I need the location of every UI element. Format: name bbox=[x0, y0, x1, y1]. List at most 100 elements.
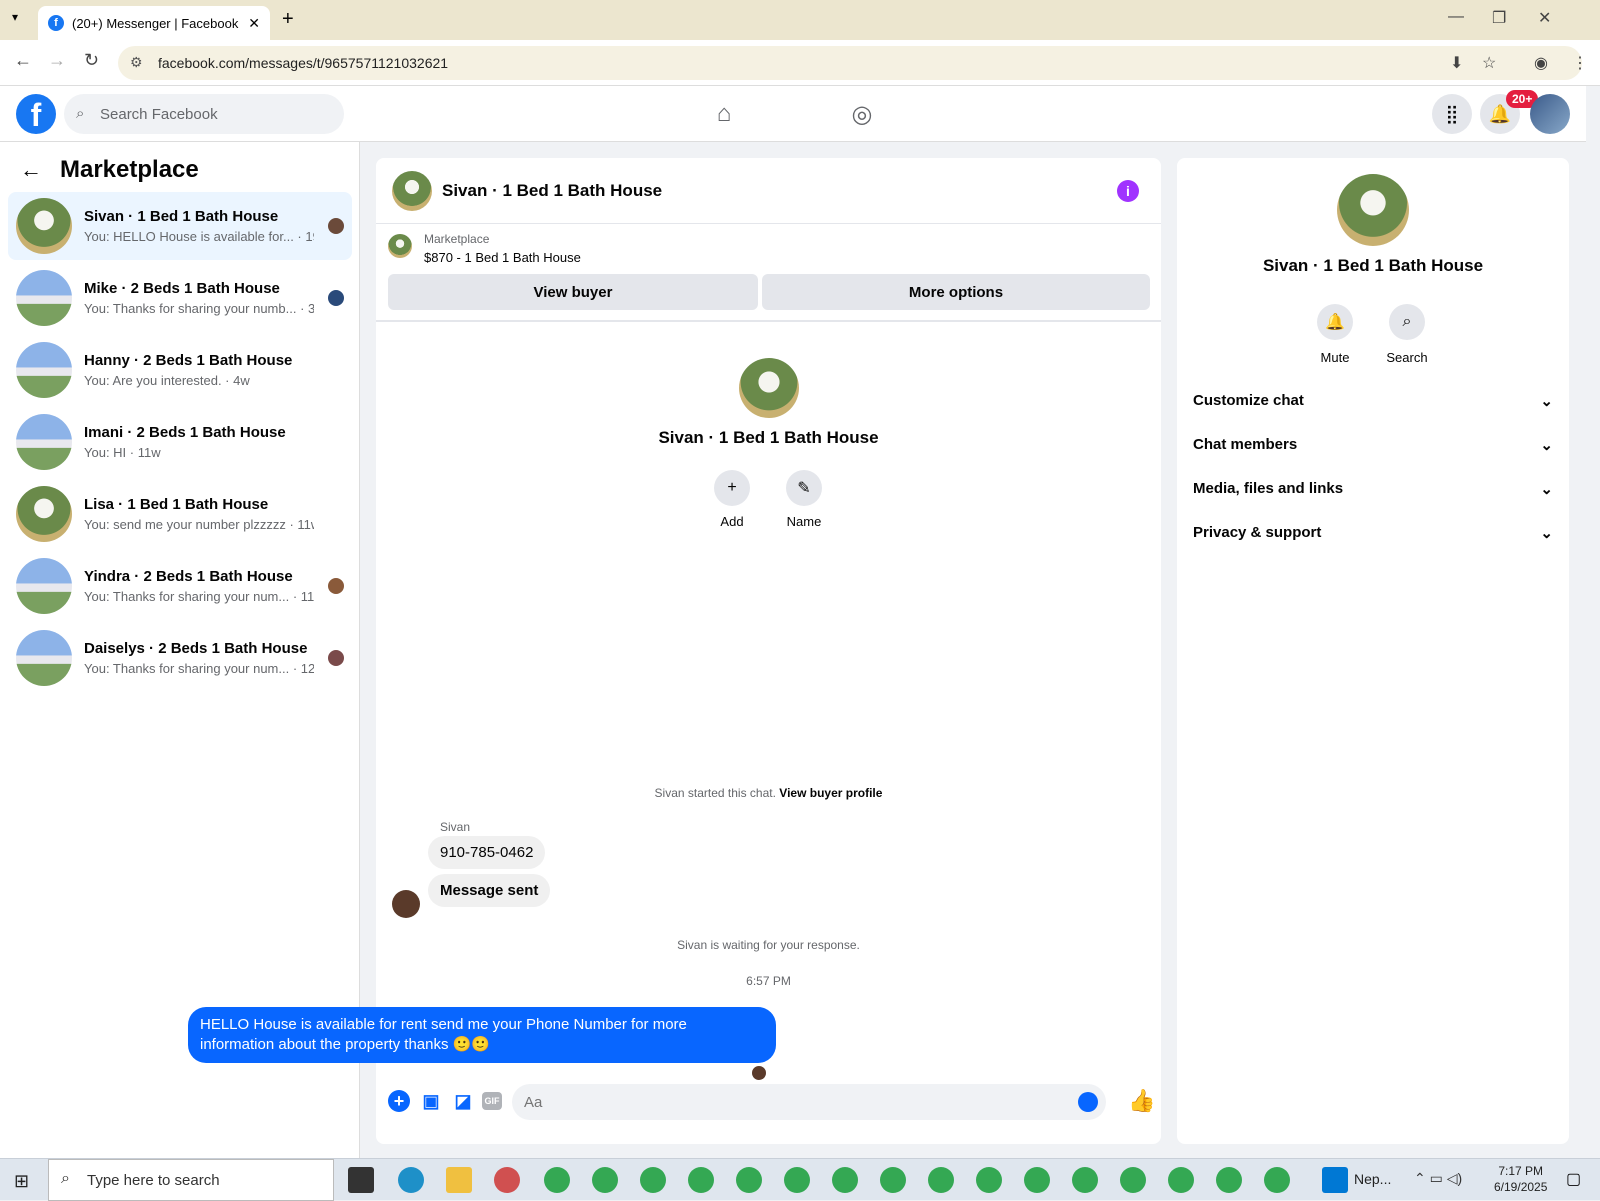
edge-icon[interactable] bbox=[398, 1167, 424, 1193]
minimize-icon[interactable]: — bbox=[1448, 8, 1464, 26]
taskbar-clock[interactable]: 7:17 PM 6/19/2025 bbox=[1494, 1163, 1547, 1195]
buyer-avatar bbox=[328, 218, 344, 234]
profile-icon[interactable]: ◉ bbox=[1534, 53, 1548, 73]
groups-icon[interactable]: ◎ bbox=[842, 96, 882, 132]
chat-thumbnail[interactable] bbox=[392, 170, 432, 211]
account-avatar[interactable] bbox=[1530, 94, 1570, 134]
incoming-message[interactable]: 910-785-0462 bbox=[428, 836, 546, 869]
message-input[interactable] bbox=[512, 1084, 1106, 1120]
taskbar-app-label: Nep... bbox=[1354, 1171, 1392, 1187]
chrome-icon[interactable] bbox=[592, 1167, 618, 1193]
marketplace-label: Marketplace bbox=[424, 232, 490, 246]
listing-price: $870 - 1 Bed 1 Bath House bbox=[424, 250, 581, 265]
chat-members-section[interactable]: Chat members ⌄ bbox=[1193, 436, 1553, 454]
view-buyer-button[interactable]: View buyer bbox=[388, 274, 758, 310]
clock-date: 6/19/2025 bbox=[1494, 1180, 1548, 1194]
sticker-icon[interactable]: ◪ bbox=[452, 1090, 474, 1112]
emoji-icon[interactable] bbox=[1078, 1092, 1098, 1112]
conversation-item[interactable]: Imani · 2 Beds 1 Bath House You: HI · 11w bbox=[8, 408, 352, 476]
chat-title[interactable]: Sivan · 1 Bed 1 Bath House bbox=[442, 181, 662, 201]
browser-tab-bar: ▾ f (20+) Messenger | Facebook ✕ + — ❐ ✕ bbox=[0, 0, 1600, 40]
system-tray-icons[interactable]: ⌃ ▭ ◁) bbox=[1414, 1170, 1462, 1187]
privacy-support-section[interactable]: Privacy & support ⌄ bbox=[1193, 524, 1553, 542]
chrome-icon[interactable] bbox=[1264, 1167, 1290, 1193]
customize-chat-section[interactable]: Customize chat ⌄ bbox=[1193, 392, 1553, 410]
outlook-icon[interactable] bbox=[1322, 1167, 1348, 1193]
chrome-icon[interactable] bbox=[688, 1167, 714, 1193]
add-button[interactable]: + Add bbox=[702, 470, 762, 529]
task-view-icon[interactable] bbox=[348, 1167, 374, 1193]
install-app-icon[interactable]: ⬇ bbox=[1450, 53, 1463, 73]
listing-thumbnail bbox=[16, 414, 72, 470]
chrome-icon[interactable] bbox=[1216, 1167, 1242, 1193]
search-button[interactable]: ⌕ Search bbox=[1377, 304, 1437, 365]
taskbar-search-input[interactable]: ⌕ Type here to search bbox=[48, 1159, 334, 1201]
bookmark-star-icon[interactable]: ☆ bbox=[1482, 53, 1496, 73]
chrome-icon[interactable] bbox=[928, 1167, 954, 1193]
profile-thumbnail bbox=[1337, 174, 1409, 246]
chrome-icon[interactable] bbox=[640, 1167, 666, 1193]
site-info-icon[interactable]: ⚙ bbox=[130, 54, 143, 71]
started-text: Sivan started this chat. bbox=[654, 786, 776, 800]
notification-center-icon[interactable]: ▢ bbox=[1566, 1169, 1581, 1189]
file-explorer-icon[interactable] bbox=[446, 1167, 472, 1193]
forward-arrow-icon[interactable]: → bbox=[48, 50, 66, 71]
conversation-item[interactable]: Hanny · 2 Beds 1 Bath House You: Are you … bbox=[8, 336, 352, 404]
chrome-icon[interactable] bbox=[1024, 1167, 1050, 1193]
app-icon[interactable] bbox=[494, 1167, 520, 1193]
facebook-logo-icon[interactable]: f bbox=[16, 94, 56, 134]
chrome-icon[interactable] bbox=[544, 1167, 570, 1193]
name-label: Name bbox=[786, 514, 822, 529]
photo-icon[interactable]: ▣ bbox=[420, 1090, 442, 1112]
media-files-section[interactable]: Media, files and links ⌄ bbox=[1193, 480, 1553, 498]
chrome-icon[interactable] bbox=[1120, 1167, 1146, 1193]
chrome-icon[interactable] bbox=[1072, 1167, 1098, 1193]
menu-grid-icon[interactable]: ⣿ bbox=[1432, 94, 1472, 134]
conversation-item[interactable]: Lisa · 1 Bed 1 Bath House You: send me yo… bbox=[8, 480, 352, 548]
chrome-icon[interactable] bbox=[1168, 1167, 1194, 1193]
plus-icon[interactable]: + bbox=[388, 1090, 410, 1112]
window-close-icon[interactable]: ✕ bbox=[1538, 8, 1551, 28]
more-options-button[interactable]: More options bbox=[762, 274, 1150, 310]
listing-thumbnail bbox=[16, 198, 72, 254]
conversation-item[interactable]: Mike · 2 Beds 1 Bath House You: Thanks fo… bbox=[8, 264, 352, 332]
gif-icon[interactable]: GIF bbox=[482, 1092, 502, 1110]
browser-tab[interactable]: f (20+) Messenger | Facebook ✕ bbox=[38, 6, 270, 40]
info-icon[interactable]: i bbox=[1117, 180, 1139, 202]
sender-avatar[interactable] bbox=[392, 890, 420, 918]
view-buyer-profile-link[interactable]: View buyer profile bbox=[779, 786, 882, 800]
chrome-icon[interactable] bbox=[832, 1167, 858, 1193]
conversation-item[interactable]: Yindra · 2 Beds 1 Bath House You: Thanks … bbox=[8, 552, 352, 620]
mute-button[interactable]: 🔔 Mute bbox=[1305, 304, 1365, 365]
chrome-icon[interactable] bbox=[880, 1167, 906, 1193]
name-button[interactable]: ✎ Name bbox=[774, 470, 834, 529]
waiting-notice: Sivan is waiting for your response. bbox=[677, 938, 860, 952]
tab-close-icon[interactable]: ✕ bbox=[248, 15, 260, 32]
add-label: Add bbox=[720, 514, 744, 529]
outgoing-message[interactable]: HELLO House is available for rent send m… bbox=[188, 1007, 776, 1063]
conversation-item[interactable]: Sivan · 1 Bed 1 Bath House You: HELLO Hou… bbox=[8, 192, 352, 260]
conversation-title: Imani · 2 Beds 1 Bath House bbox=[84, 424, 286, 441]
composer: + ▣ ◪ GIF 👍 bbox=[376, 1078, 1161, 1128]
restore-icon[interactable]: ❐ bbox=[1492, 8, 1506, 28]
back-arrow-icon[interactable]: ← bbox=[14, 50, 32, 71]
tab-search-chevron-icon[interactable]: ▾ bbox=[12, 10, 18, 24]
address-bar[interactable]: ⚙ facebook.com/messages/t/96575711210326… bbox=[118, 46, 1582, 80]
pencil-icon: ✎ bbox=[786, 470, 822, 506]
chrome-icon[interactable] bbox=[976, 1167, 1002, 1193]
chat-header: Sivan · 1 Bed 1 Bath House i bbox=[376, 158, 1161, 224]
conversation-title: Lisa · 1 Bed 1 Bath House bbox=[84, 496, 269, 513]
back-arrow-icon[interactable]: ← bbox=[20, 157, 42, 183]
browser-menu-icon[interactable]: ⋮ bbox=[1572, 53, 1588, 73]
thumbs-up-icon[interactable]: 👍 bbox=[1128, 1088, 1155, 1114]
facebook-search-input[interactable]: ⌕ Search Facebook bbox=[64, 94, 344, 134]
chrome-icon[interactable] bbox=[784, 1167, 810, 1193]
conversation-item[interactable]: Daiselys · 2 Beds 1 Bath House You: Thank… bbox=[8, 624, 352, 692]
reload-icon[interactable]: ↻ bbox=[84, 50, 99, 71]
new-tab-button[interactable]: + bbox=[282, 8, 294, 31]
windows-start-icon[interactable]: ⊞ bbox=[14, 1171, 29, 1192]
search-icon: ⌕ bbox=[1389, 304, 1425, 340]
home-icon[interactable]: ⌂ bbox=[704, 96, 744, 132]
chrome-icon[interactable] bbox=[736, 1167, 762, 1193]
incoming-message[interactable]: Message sent bbox=[428, 874, 551, 907]
